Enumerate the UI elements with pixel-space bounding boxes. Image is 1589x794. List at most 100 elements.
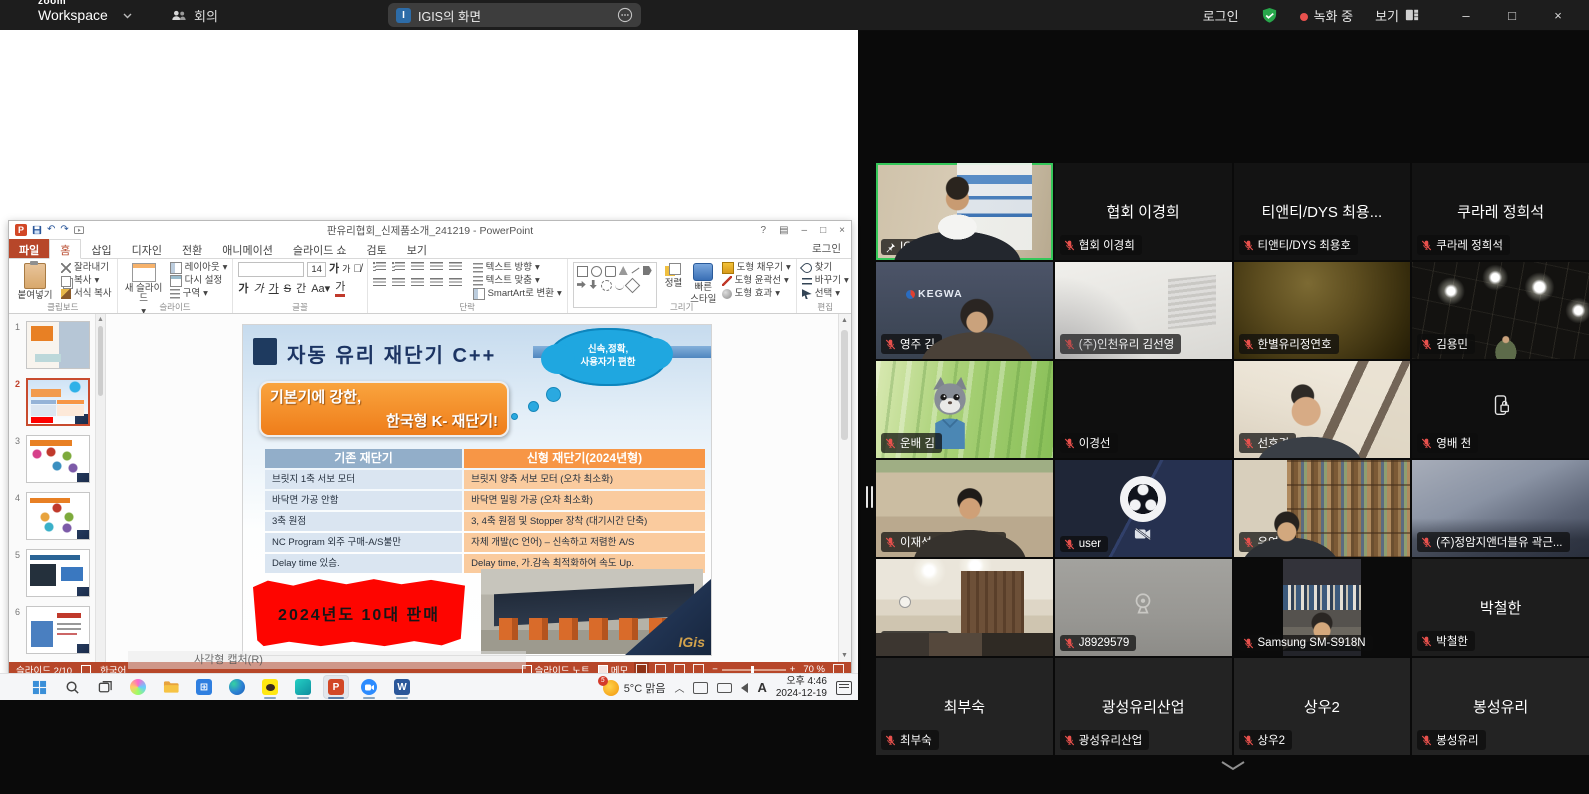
participant-tile[interactable]: Samsung SM-S918N	[1234, 559, 1411, 656]
participant-tile[interactable]: 운배 김	[876, 361, 1053, 458]
tab-slideshow[interactable]: 슬라이드 쇼	[283, 239, 357, 258]
bullets-icon[interactable]	[373, 262, 386, 272]
arrange-button[interactable]: 정렬	[662, 262, 685, 289]
keyboard-icon[interactable]	[717, 683, 732, 693]
participant-tile[interactable]: 상우2 상우2	[1234, 658, 1411, 755]
participant-tile[interactable]: 박철한 박철한	[1412, 559, 1589, 656]
powerpoint-taskbar-icon[interactable]: P	[323, 675, 349, 699]
ppt-close-button[interactable]: ×	[839, 225, 845, 236]
strikethrough-button[interactable]: S	[284, 283, 291, 296]
ppt-login[interactable]: 로그인	[812, 239, 851, 258]
bold-button[interactable]: 가	[238, 283, 248, 296]
participant-tile[interactable]: 선호경	[1234, 361, 1411, 458]
participant-tile[interactable]: 티앤티/DYS 최용... 티앤티/DYS 최용호	[1234, 163, 1411, 260]
ppt-minimize-button[interactable]: –	[802, 225, 808, 236]
gallery-next-page-button[interactable]	[876, 760, 1589, 771]
participant-tile[interactable]: 쿠라레 정희석 쿠라레 정희석	[1412, 163, 1589, 260]
find-button[interactable]: 찾기	[802, 262, 849, 274]
participant-tile[interactable]: KEGWA 영주 김	[876, 262, 1053, 359]
align-text-button[interactable]: 텍스트 맞춤 ▾	[473, 275, 562, 287]
participant-tile[interactable]: 우영완	[1234, 460, 1411, 557]
columns-icon[interactable]	[449, 278, 462, 288]
shape-fill-button[interactable]: 도형 채우기 ▾	[722, 262, 791, 274]
screen-tab-more-icon[interactable]	[617, 7, 633, 23]
weather-widget[interactable]: 5°C 맑음	[603, 680, 666, 696]
security-shield-icon[interactable]	[1261, 7, 1278, 24]
tab-home[interactable]: 홈	[49, 239, 81, 259]
task-view-button[interactable]	[92, 675, 118, 699]
tab-view[interactable]: 보기	[397, 239, 437, 258]
participant-tile[interactable]: 광성유리산업 광성유리산업	[1055, 658, 1232, 755]
teal-app-icon[interactable]	[290, 675, 316, 699]
align-right-icon[interactable]	[411, 278, 424, 288]
align-left-icon[interactable]	[373, 278, 386, 288]
participant-tile[interactable]: (주)정암지앤더블유 곽근...	[1412, 460, 1589, 557]
font-name-combobox[interactable]	[238, 262, 304, 277]
tab-shared-screen[interactable]: I IGIS의 화면	[388, 3, 641, 27]
copy-button[interactable]: 복사 ▾	[61, 275, 112, 287]
taskbar-clock[interactable]: 오후 4:46 2024-12-19	[776, 676, 827, 699]
login-button[interactable]: 로그인	[1203, 6, 1239, 25]
participant-tile[interactable]: J8929579	[1055, 559, 1232, 656]
recording-indicator[interactable]: 녹화 중	[1300, 6, 1354, 25]
reset-button[interactable]: 다시 설정	[170, 275, 228, 287]
word-icon[interactable]: W	[389, 675, 415, 699]
tab-meeting[interactable]: 회의	[163, 0, 226, 30]
participant-tile[interactable]: 이재석-우신복층유리	[876, 460, 1053, 557]
slide-thumbnail-2-selected[interactable]: 2	[15, 378, 95, 426]
tablet-icon[interactable]	[693, 682, 708, 694]
search-button[interactable]	[59, 675, 85, 699]
participant-tile[interactable]: 용진유리	[876, 559, 1053, 656]
panel-resize-handle[interactable]	[866, 486, 875, 508]
tab-transitions[interactable]: 전환	[172, 239, 212, 258]
participant-tile[interactable]: 이경선	[1055, 361, 1232, 458]
clear-formatting-button[interactable]: 가̸	[353, 263, 361, 276]
shape-effects-button[interactable]: 도형 효과 ▾	[722, 288, 791, 300]
tab-file[interactable]: 파일	[9, 239, 49, 258]
close-button[interactable]: ×	[1535, 8, 1581, 23]
grow-font-button[interactable]: 가	[329, 263, 339, 276]
participant-tile[interactable]: 협회 이경희 협회 이경희	[1055, 163, 1232, 260]
change-case-button[interactable]: Aa▾	[311, 283, 330, 296]
cut-button[interactable]: 잘라내기	[61, 262, 112, 274]
participant-tile[interactable]: 한별유리정연호	[1234, 262, 1411, 359]
participant-tile[interactable]: user	[1055, 460, 1232, 557]
tray-expand-chevron[interactable]: ︿	[674, 680, 684, 695]
font-color-button[interactable]: 가	[335, 281, 345, 297]
paste-button[interactable]: 붙여넣기	[14, 262, 56, 301]
underline-button[interactable]: 가	[269, 283, 279, 296]
ppt-help-button[interactable]: ?	[761, 225, 767, 236]
slide-scrollbar[interactable]: ▲▼	[838, 314, 851, 662]
slide-thumbnail-5[interactable]: 5	[15, 549, 95, 597]
undo-icon[interactable]: ↶	[47, 225, 55, 235]
thumbnail-scrollbar[interactable]: ▲	[95, 314, 105, 662]
slide-thumbnail-4[interactable]: 4	[15, 492, 95, 540]
speaker-icon[interactable]	[741, 683, 748, 693]
tab-insert[interactable]: 삽입	[81, 239, 121, 258]
participant-tile[interactable]: 최부숙 최부숙	[876, 658, 1053, 755]
notification-icon[interactable]	[836, 681, 852, 695]
layout-button[interactable]: 레이아웃 ▾	[170, 262, 228, 274]
indent-increase-icon[interactable]	[430, 262, 443, 272]
microsoft-store-icon[interactable]: ⊞	[191, 675, 217, 699]
file-explorer-icon[interactable]	[158, 675, 184, 699]
participant-tile[interactable]: 영배 천	[1412, 361, 1589, 458]
select-button[interactable]: 선택 ▾	[802, 288, 849, 300]
start-slideshow-icon[interactable]	[74, 226, 84, 235]
slide-thumbnail-3[interactable]: 3	[15, 435, 95, 483]
text-direction-button[interactable]: 텍스트 방향 ▾	[473, 262, 562, 274]
align-center-icon[interactable]	[392, 278, 405, 288]
slide-thumbnail-6[interactable]: 6	[15, 606, 95, 654]
indent-decrease-icon[interactable]	[411, 262, 424, 272]
replace-button[interactable]: 바꾸기 ▾	[802, 275, 849, 287]
copilot-icon[interactable]	[125, 675, 151, 699]
font-size-combobox[interactable]: 14	[307, 262, 326, 277]
tab-review[interactable]: 검토	[357, 239, 397, 258]
tab-design[interactable]: 디자인	[122, 239, 172, 258]
shrink-font-button[interactable]: 가	[342, 263, 350, 276]
minimize-button[interactable]: –	[1443, 8, 1489, 23]
quick-styles-button[interactable]: 빠른스타일	[690, 262, 717, 306]
view-button[interactable]: 보기	[1375, 6, 1419, 25]
save-icon[interactable]	[32, 225, 42, 235]
smartart-button[interactable]: SmartArt로 변환 ▾	[473, 288, 562, 300]
